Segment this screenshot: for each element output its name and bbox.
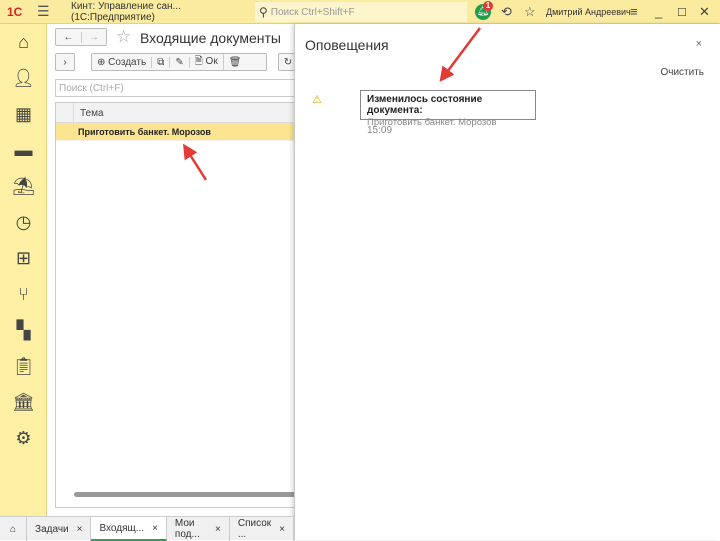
home-tab[interactable]: ⌂	[0, 517, 28, 541]
search-icon: ⚲	[259, 5, 268, 19]
close-window-icon[interactable]: ✕	[699, 4, 710, 20]
create-button[interactable]: ⊕ Создать	[92, 56, 153, 68]
card-icon[interactable]: ▬	[0, 132, 47, 168]
search-placeholder: Поиск Ctrl+Shift+F	[270, 6, 355, 18]
maximize-icon[interactable]: ☐	[677, 6, 687, 19]
tab-incoming[interactable]: Входящ... ×	[91, 517, 167, 541]
panel-title: Оповещения	[305, 37, 389, 53]
table-header: Тема	[56, 103, 299, 123]
close-icon[interactable]: ×	[279, 524, 285, 535]
page-title: Входящие документы	[140, 30, 281, 46]
horizontal-scrollbar[interactable]	[74, 492, 304, 497]
settings-menu-icon[interactable]: ≡	[630, 4, 638, 19]
tab-label: Входящ...	[99, 522, 145, 534]
copy-icon[interactable]: ⧉	[152, 56, 171, 68]
user-name[interactable]: Дмитрий Андреевич	[546, 7, 631, 17]
clipboard-icon[interactable]: 📋︎	[0, 348, 47, 384]
home-icon[interactable]: ⌂	[0, 24, 47, 60]
notification-time: 15:09	[367, 125, 393, 136]
tab-tasks[interactable]: Задачи ×	[27, 517, 92, 541]
tab-label: Задачи	[35, 523, 69, 535]
lamp-icon[interactable]: ⛱︎	[0, 168, 47, 204]
gears-icon[interactable]: ⚙	[0, 420, 47, 456]
toolbar: ⊕ Создать ⧉ ✎ 🗎︎ Ок 🗑︎	[91, 53, 267, 71]
bank-icon[interactable]: 🏛︎	[0, 384, 47, 420]
notifications-panel: Оповещения × Очистить ⚠ Изменилось состо…	[294, 24, 720, 540]
close-icon[interactable]: ×	[77, 524, 83, 535]
structure-icon[interactable]: ▚	[0, 312, 47, 348]
close-icon[interactable]: ×	[215, 524, 221, 535]
plus-icon[interactable]: ⊞	[0, 240, 47, 276]
clear-button[interactable]: Очистить	[660, 67, 704, 78]
notification-count-badge: 1	[483, 1, 493, 11]
edit-icon[interactable]: ✎	[170, 56, 190, 68]
notification-item[interactable]: Изменилось состояние документа: Приготов…	[360, 90, 536, 128]
fork-knife-icon[interactable]: ⑂	[0, 276, 47, 312]
user-icon[interactable]: 👤︎	[0, 60, 47, 96]
menu-icon[interactable]: ☰	[37, 3, 61, 20]
column-header-tema[interactable]: Тема	[74, 103, 110, 122]
list-search-input[interactable]: Поиск (Ctrl+F)	[55, 79, 300, 97]
app-logo: 1С	[7, 4, 23, 19]
ok-label: Ок	[205, 55, 218, 67]
window-title: Кинт: Управление сан... (1С:Предприятие)	[71, 0, 181, 23]
warning-icon: ⚠	[312, 94, 322, 106]
documents-table: Тема Приготовить банкет. Морозов	[55, 102, 304, 508]
notification-heading: Изменилось состояние документа:	[367, 94, 483, 116]
sidebar: ⌂ 👤︎ ▦ ▬ ⛱︎ ◷ ⊞ ⑂ ▚ 📋︎ 🏛︎ ⚙	[0, 24, 47, 516]
row-subject: Приготовить банкет. Морозов	[78, 127, 211, 137]
delete-icon[interactable]: 🗑︎	[224, 57, 247, 68]
forward-button[interactable]: →	[80, 31, 106, 43]
calendar-icon[interactable]: ▦	[0, 96, 47, 132]
create-label: Создать	[108, 56, 147, 68]
table-row[interactable]: Приготовить банкет. Морозов	[56, 123, 299, 141]
minimize-icon[interactable]: _	[655, 4, 662, 19]
ok-button[interactable]: 🗎︎ Ок	[190, 53, 224, 71]
home-icon: ⌂	[10, 523, 17, 535]
global-search-input[interactable]: ⚲ Поиск Ctrl+Shift+F	[255, 2, 467, 22]
back-button[interactable]: ←	[56, 32, 81, 43]
expand-button[interactable]: ›	[55, 53, 75, 71]
tab-list[interactable]: Список ... ×	[230, 517, 294, 541]
tab-my[interactable]: Мои под... ×	[167, 517, 230, 541]
history-icon[interactable]: ⟲	[501, 4, 512, 20]
star-icon[interactable]: ☆	[524, 4, 536, 20]
tab-label: Мои под...	[174, 518, 200, 540]
clock-icon[interactable]: ◷	[0, 204, 47, 240]
favorite-star-icon[interactable]: ☆	[116, 27, 131, 47]
tab-label: Список ...	[237, 518, 272, 540]
close-panel-button[interactable]: ×	[696, 38, 702, 50]
close-icon[interactable]: ×	[152, 523, 158, 534]
documents-form: ← → ☆ Входящие документы › ⊕ Создать ⧉ ✎ …	[47, 24, 304, 516]
nav-buttons: ← →	[55, 28, 107, 46]
open-tabs-bar: ⌂ Задачи × Входящ... × Мои под... × Список …	[0, 516, 294, 541]
